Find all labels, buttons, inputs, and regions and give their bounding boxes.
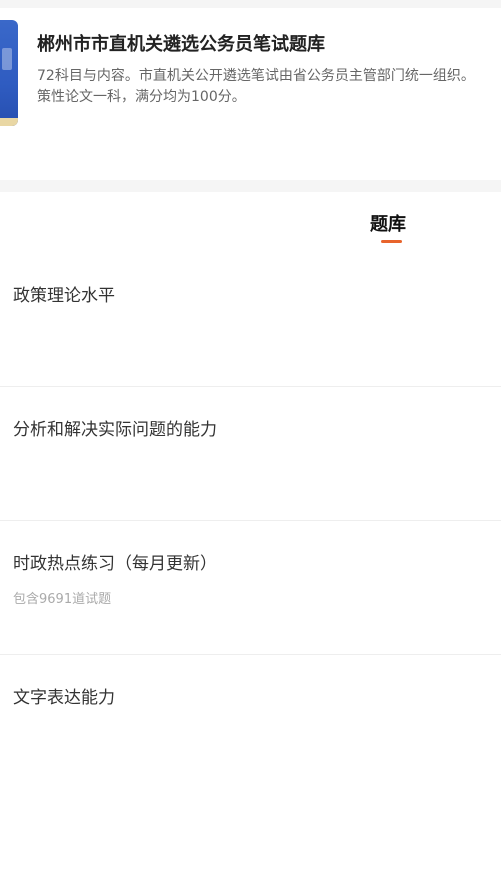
active-tab-indicator [381, 240, 402, 243]
list-item-title: 分析和解决实际问题的能力 [13, 420, 217, 440]
list-item-title: 文字表达能力 [13, 688, 115, 708]
list-item-policy-theory[interactable]: 政策理论水平 [0, 253, 501, 387]
description-line-1: 72科目与内容。市直机关公开遴选笔试由省公务员主管部门统一组织。 [37, 68, 475, 84]
list-item-title: 时政热点练习（每月更新） [13, 554, 217, 574]
list-item-writing[interactable]: 文字表达能力 [0, 655, 501, 788]
cover-strip [0, 118, 18, 126]
subject-list: 政策理论水平 分析和解决实际问题的能力 时政热点练习（每月更新） 包含9691道… [0, 253, 501, 788]
description: 72科目与内容。市直机关公开遴选笔试由省公务员主管部门统一组织。 策性论文一科，… [37, 66, 501, 108]
cover-decoration [2, 48, 12, 70]
tab-question-bank[interactable]: 题库 [370, 210, 406, 236]
question-count: 包含9691道试题 [13, 592, 112, 607]
section-divider [0, 180, 501, 192]
list-item-title: 政策理论水平 [13, 286, 115, 306]
description-line-2: 策性论文一科，满分均为100分。 [37, 89, 246, 105]
list-item-current-affairs[interactable]: 时政热点练习（每月更新） 包含9691道试题 [0, 521, 501, 655]
question-bank-header: 郴州市市直机关遴选公务员笔试题库 72科目与内容。市直机关公开遴选笔试由省公务员… [0, 8, 501, 180]
top-spacer [0, 0, 501, 8]
list-item-problem-solving[interactable]: 分析和解决实际问题的能力 [0, 387, 501, 521]
page-title: 郴州市市直机关遴选公务员笔试题库 [37, 34, 325, 55]
cover-thumbnail[interactable] [0, 20, 18, 126]
